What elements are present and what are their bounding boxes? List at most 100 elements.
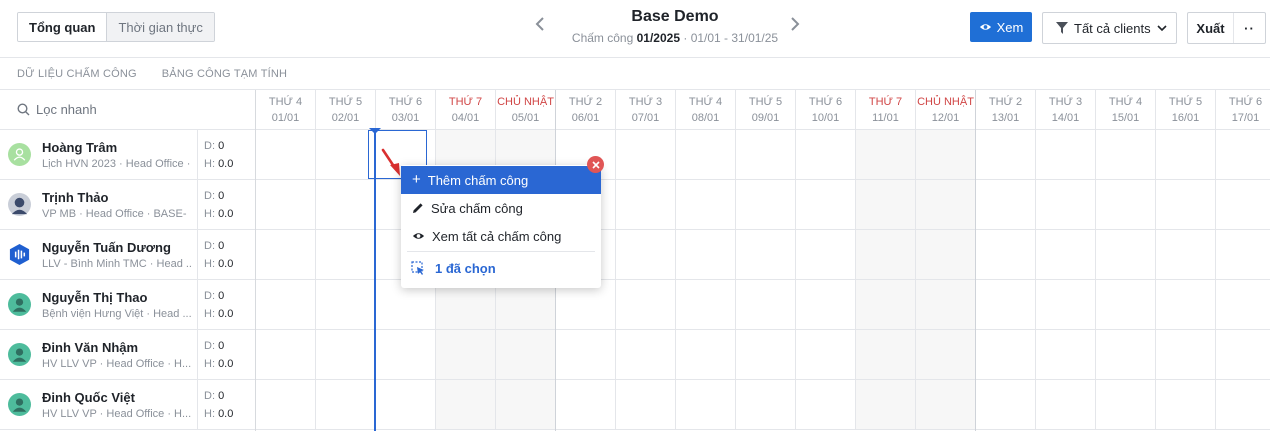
attendance-cell[interactable]: [1156, 130, 1216, 180]
attendance-cell[interactable]: [916, 330, 976, 380]
attendance-cell[interactable]: [1036, 330, 1096, 380]
tab-provisional-timesheet[interactable]: BẢNG CÔNG TẠM TÍNH: [162, 68, 287, 80]
attendance-cell[interactable]: [796, 280, 856, 330]
attendance-cell[interactable]: [256, 230, 316, 280]
attendance-cell[interactable]: [976, 330, 1036, 380]
attendance-cell[interactable]: [916, 180, 976, 230]
attendance-cell[interactable]: [856, 280, 916, 330]
attendance-cell[interactable]: [1216, 130, 1270, 180]
attendance-cell[interactable]: [616, 330, 676, 380]
close-menu-button[interactable]: [587, 156, 604, 173]
attendance-cell[interactable]: [1216, 180, 1270, 230]
attendance-cell[interactable]: [676, 330, 736, 380]
attendance-cell[interactable]: [1216, 280, 1270, 330]
employee-row[interactable]: Hoàng Trâm Lịch HVN 2023 · Head Office · D…: [0, 130, 255, 180]
attendance-cell[interactable]: [1216, 330, 1270, 380]
attendance-cell[interactable]: [676, 380, 736, 430]
next-period-button[interactable]: [787, 16, 803, 34]
attendance-cell[interactable]: [796, 180, 856, 230]
attendance-cell[interactable]: [676, 280, 736, 330]
attendance-cell[interactable]: [676, 180, 736, 230]
attendance-cell[interactable]: [736, 130, 796, 180]
employee-row[interactable]: Nguyễn Thị Thao Bệnh viện Hưng Việt · Hea…: [0, 280, 255, 330]
tab-overview[interactable]: Tổng quan: [18, 13, 107, 41]
attendance-cell[interactable]: [856, 130, 916, 180]
attendance-cell[interactable]: [976, 130, 1036, 180]
attendance-cell[interactable]: [736, 330, 796, 380]
attendance-cell[interactable]: [916, 380, 976, 430]
attendance-cell[interactable]: [556, 380, 616, 430]
attendance-cell[interactable]: [796, 380, 856, 430]
attendance-cell[interactable]: [1036, 280, 1096, 330]
attendance-cell[interactable]: [796, 330, 856, 380]
view-all-attendance-item[interactable]: Xem tất cả chấm công: [401, 222, 601, 250]
attendance-cell[interactable]: [1036, 230, 1096, 280]
attendance-cell[interactable]: [736, 280, 796, 330]
attendance-cell[interactable]: [856, 380, 916, 430]
attendance-cell[interactable]: [1156, 180, 1216, 230]
attendance-cell[interactable]: [376, 330, 436, 380]
attendance-cell[interactable]: [1156, 330, 1216, 380]
attendance-cell[interactable]: [796, 130, 856, 180]
client-filter-button[interactable]: Tất cả clients: [1042, 12, 1177, 44]
attendance-cell[interactable]: [1096, 280, 1156, 330]
attendance-cell[interactable]: [1156, 230, 1216, 280]
attendance-cell[interactable]: [376, 380, 436, 430]
employee-row[interactable]: Trịnh Thảo VP MB · Head Office · BASE- D: …: [0, 180, 255, 230]
attendance-cell[interactable]: [736, 230, 796, 280]
attendance-cell[interactable]: [316, 180, 376, 230]
attendance-cell[interactable]: [256, 380, 316, 430]
attendance-cell[interactable]: [256, 180, 316, 230]
attendance-cell[interactable]: [616, 380, 676, 430]
export-button[interactable]: Xuất: [1188, 13, 1234, 43]
employee-row[interactable]: Nguyễn Tuấn Dương LLV - Bình Minh TMC · H…: [0, 230, 255, 280]
view-button[interactable]: Xem: [970, 12, 1032, 42]
add-attendance-item[interactable]: + Thêm chấm công: [401, 166, 601, 194]
attendance-cell[interactable]: [976, 380, 1036, 430]
attendance-cell[interactable]: [1156, 280, 1216, 330]
employee-row[interactable]: Đinh Văn Nhậm HV LLV VP · Head Office · H…: [0, 330, 255, 380]
attendance-cell[interactable]: [556, 330, 616, 380]
selection-count[interactable]: 1 đã chọn: [401, 253, 601, 283]
attendance-cell[interactable]: [616, 130, 676, 180]
attendance-cell[interactable]: [256, 330, 316, 380]
attendance-cell[interactable]: [1096, 330, 1156, 380]
attendance-cell[interactable]: [1216, 230, 1270, 280]
attendance-cell[interactable]: [916, 280, 976, 330]
attendance-cell[interactable]: [316, 230, 376, 280]
attendance-cell[interactable]: [1096, 130, 1156, 180]
attendance-cell[interactable]: [256, 130, 316, 180]
attendance-cell[interactable]: [856, 230, 916, 280]
attendance-cell[interactable]: [1096, 180, 1156, 230]
attendance-cell[interactable]: [616, 280, 676, 330]
attendance-cell[interactable]: [1156, 380, 1216, 430]
attendance-cell[interactable]: [1096, 230, 1156, 280]
attendance-cell[interactable]: [496, 330, 556, 380]
attendance-cell[interactable]: [796, 230, 856, 280]
employee-row[interactable]: Đinh Quốc Việt HV LLV VP · Head Office · …: [0, 380, 255, 430]
attendance-cell[interactable]: [736, 180, 796, 230]
attendance-cell[interactable]: [616, 180, 676, 230]
edit-attendance-item[interactable]: Sửa chấm công: [401, 194, 601, 222]
attendance-cell[interactable]: [1036, 130, 1096, 180]
attendance-cell[interactable]: [856, 330, 916, 380]
attendance-cell[interactable]: [916, 130, 976, 180]
attendance-cell[interactable]: [676, 130, 736, 180]
attendance-cell[interactable]: [316, 280, 376, 330]
attendance-cell[interactable]: [436, 380, 496, 430]
attendance-cell[interactable]: [436, 330, 496, 380]
attendance-cell[interactable]: [1036, 180, 1096, 230]
attendance-cell[interactable]: [976, 230, 1036, 280]
attendance-cell[interactable]: [316, 330, 376, 380]
attendance-cell[interactable]: [676, 230, 736, 280]
quick-filter[interactable]: Lọc nhanh: [0, 90, 255, 130]
attendance-cell[interactable]: [316, 380, 376, 430]
attendance-cell[interactable]: [1216, 380, 1270, 430]
attendance-cell[interactable]: [1036, 380, 1096, 430]
attendance-cell[interactable]: [256, 280, 316, 330]
more-options-button[interactable]: ··: [1234, 21, 1265, 36]
attendance-cell[interactable]: [976, 180, 1036, 230]
attendance-cell[interactable]: [1096, 380, 1156, 430]
attendance-cell[interactable]: [856, 180, 916, 230]
attendance-cell[interactable]: [316, 130, 376, 180]
